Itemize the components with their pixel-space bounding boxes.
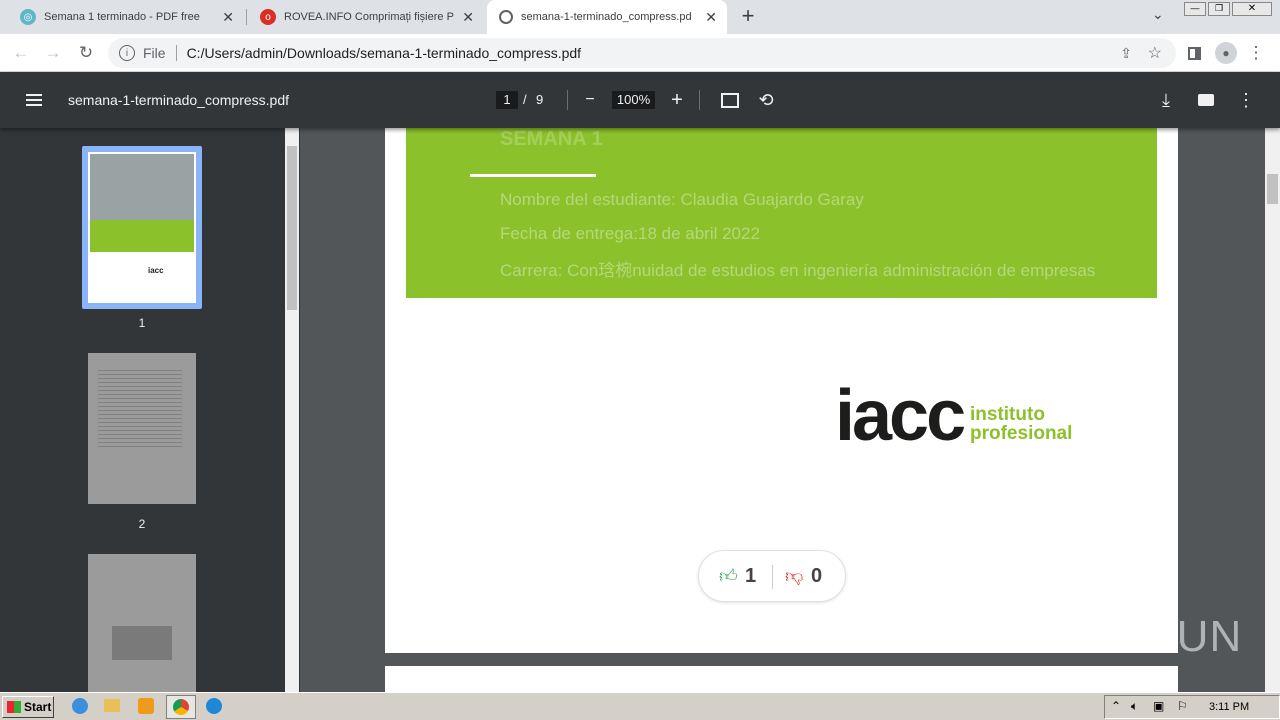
address-bar[interactable]: i File C:/Users/admin/Downloads/semana-1…	[108, 38, 1176, 68]
info-icon[interactable]: i	[119, 45, 135, 61]
sidebar-menu-icon[interactable]	[22, 88, 46, 112]
pdf-title: semana-1-terminado_compress.pdf	[68, 92, 289, 108]
delivery-date: Fecha de entrega:18 de abril 2022	[500, 224, 760, 243]
back-arrow-icon[interactable]: ←	[8, 40, 34, 66]
tab-title: ROVEA.INFO Comprimați fișiere PDF	[284, 11, 454, 23]
start-label: Start	[24, 700, 52, 714]
student-name: Nombre del estudiante: Claudia Guajardo …	[500, 190, 864, 209]
toolbar-divider	[567, 90, 568, 110]
thumbnail-sidebar: iacc 1 2	[0, 128, 300, 692]
main-scroll-thumb[interactable]	[1267, 174, 1278, 204]
main-scrollbar[interactable]	[1265, 128, 1280, 692]
like-count: 1	[745, 565, 757, 587]
sidebar-scroll-thumb[interactable]	[287, 146, 297, 310]
share-icon[interactable]: ⇪	[1120, 45, 1132, 62]
thumbnail-1-label: 1	[138, 316, 146, 330]
address-divider	[175, 45, 177, 61]
taskbar: Start ⌃ 🔈︎ ▣ ⚐ 3:11 PM	[0, 692, 1280, 720]
total-pages: 9	[536, 92, 544, 107]
chrome-taskbar-button[interactable]	[166, 695, 196, 719]
folder-icon[interactable]	[104, 699, 120, 712]
document-heading: SEMANA 1	[500, 128, 603, 150]
thumbs-down-icon[interactable]: 👎︎	[785, 565, 803, 587]
download-icon[interactable]: ⤓	[1154, 88, 1178, 112]
restore-window-button[interactable]: ❐	[1208, 2, 1230, 16]
sidebar-scrollbar[interactable]	[285, 128, 299, 692]
ie-icon[interactable]	[72, 698, 88, 714]
new-tab-button[interactable]: +	[736, 4, 760, 28]
bookmark-star-icon[interactable]: ☆	[1148, 43, 1162, 63]
thumbnail-2-label: 2	[138, 517, 146, 531]
rotate-icon[interactable]: ⟲	[754, 88, 778, 112]
zoom-input[interactable]: 100%	[612, 91, 655, 109]
pdf-more-icon[interactable]: ⋮	[1234, 88, 1258, 112]
browser-toolbar: ← → ↻ i File C:/Users/admin/Downloads/se…	[0, 34, 1280, 72]
network-icon[interactable]: ▣	[1153, 699, 1164, 713]
tab-semana-pdf-free[interactable]: ◎ Semana 1 terminado - PDF free ✕	[8, 0, 244, 34]
heading-underline	[470, 174, 596, 177]
tab-semana-compress[interactable]: semana-1-terminado_compress.pdf ✕	[487, 0, 727, 34]
page-number-input[interactable]: 1	[496, 91, 518, 109]
browser-menu-icon[interactable]: ⋮	[1243, 40, 1269, 66]
scheme-label: File	[143, 45, 166, 61]
side-panel-icon[interactable]	[1181, 40, 1207, 66]
toolbar-divider	[699, 90, 700, 110]
edge-icon[interactable]	[206, 698, 222, 714]
pdf-toolbar: semana-1-terminado_compress.pdf 1 / 9 − …	[0, 72, 1280, 128]
anyrun-watermark: ANY RUN	[1038, 612, 1243, 661]
globe-icon	[499, 10, 513, 24]
windows-logo-icon	[7, 701, 21, 713]
dislike-count: 0	[811, 565, 823, 587]
thumbnail-page-3[interactable]	[88, 554, 196, 692]
green-banner: SEMANA 1 Nombre del estudiante: Claudia …	[406, 128, 1157, 298]
feedback-pill: 👍︎ 1 👎︎ 0	[698, 550, 846, 602]
thumbnail-photo	[90, 154, 194, 220]
zoom-out-icon[interactable]: −	[578, 88, 602, 112]
thumbnail-logo: iacc	[148, 266, 164, 275]
close-tab-icon[interactable]: ✕	[462, 9, 474, 25]
thumbnail-chart	[112, 626, 172, 660]
volume-icon[interactable]: 🔈︎	[1131, 699, 1138, 714]
pdf-page-1: SEMANA 1 Nombre del estudiante: Claudia …	[385, 128, 1178, 653]
tab-rovea[interactable]: o ROVEA.INFO Comprimați fișiere PDF ✕	[248, 0, 484, 34]
feedback-divider	[772, 565, 773, 589]
fit-page-icon[interactable]	[718, 88, 742, 112]
zoom-in-icon[interactable]: +	[665, 88, 689, 112]
tab-title: Semana 1 terminado - PDF free	[44, 11, 200, 23]
tab-strip: ◎ Semana 1 terminado - PDF free ✕ o ROVE…	[0, 0, 1280, 34]
globe-swirl-icon: ◎	[20, 9, 36, 25]
flag-icon[interactable]: ⚐	[1177, 699, 1188, 713]
minimize-window-button[interactable]: —	[1184, 2, 1206, 16]
thumbnail-page-1: iacc	[88, 152, 196, 303]
url-text: C:/Users/admin/Downloads/semana-1-termin…	[186, 45, 582, 61]
career-text: Carrera: Con琀椀nuidad de estudios en inge…	[500, 261, 1096, 280]
close-tab-icon[interactable]: ✕	[222, 9, 234, 25]
tab-title: semana-1-terminado_compress.pdf	[521, 11, 691, 23]
profile-avatar-icon[interactable]: ●	[1213, 40, 1239, 66]
logo-line-2: profesional	[970, 423, 1073, 444]
tab-search-icon[interactable]: ⌄	[1152, 6, 1164, 23]
logo-line-1: instituto	[970, 404, 1045, 425]
thumbnail-1-selected[interactable]: iacc	[82, 146, 202, 309]
close-window-button[interactable]: ✕	[1232, 2, 1272, 16]
thumbnail-green-band	[90, 220, 194, 252]
thumbs-up-icon[interactable]: 👍︎	[719, 565, 738, 587]
rovea-icon: o	[260, 9, 276, 25]
iacc-logo: iacc	[835, 376, 966, 456]
tray-expand-icon[interactable]: ⌃	[1111, 699, 1121, 713]
chrome-icon	[173, 699, 189, 715]
print-icon[interactable]	[1194, 88, 1218, 112]
forward-arrow-icon[interactable]: →	[40, 40, 66, 66]
close-tab-icon[interactable]: ✕	[705, 9, 717, 25]
thumbnail-text-lines	[98, 367, 182, 447]
media-player-icon[interactable]	[138, 698, 154, 714]
system-tray: ⌃ 🔈︎ ▣ ⚐ 3:11 PM	[1104, 695, 1280, 719]
tab-separator	[246, 9, 247, 25]
page-separator: /	[523, 92, 527, 107]
thumbnail-page-2[interactable]	[88, 353, 196, 504]
clock: 3:11 PM	[1209, 701, 1250, 713]
start-button[interactable]: Start	[2, 696, 54, 718]
reload-icon[interactable]: ↻	[73, 40, 99, 66]
